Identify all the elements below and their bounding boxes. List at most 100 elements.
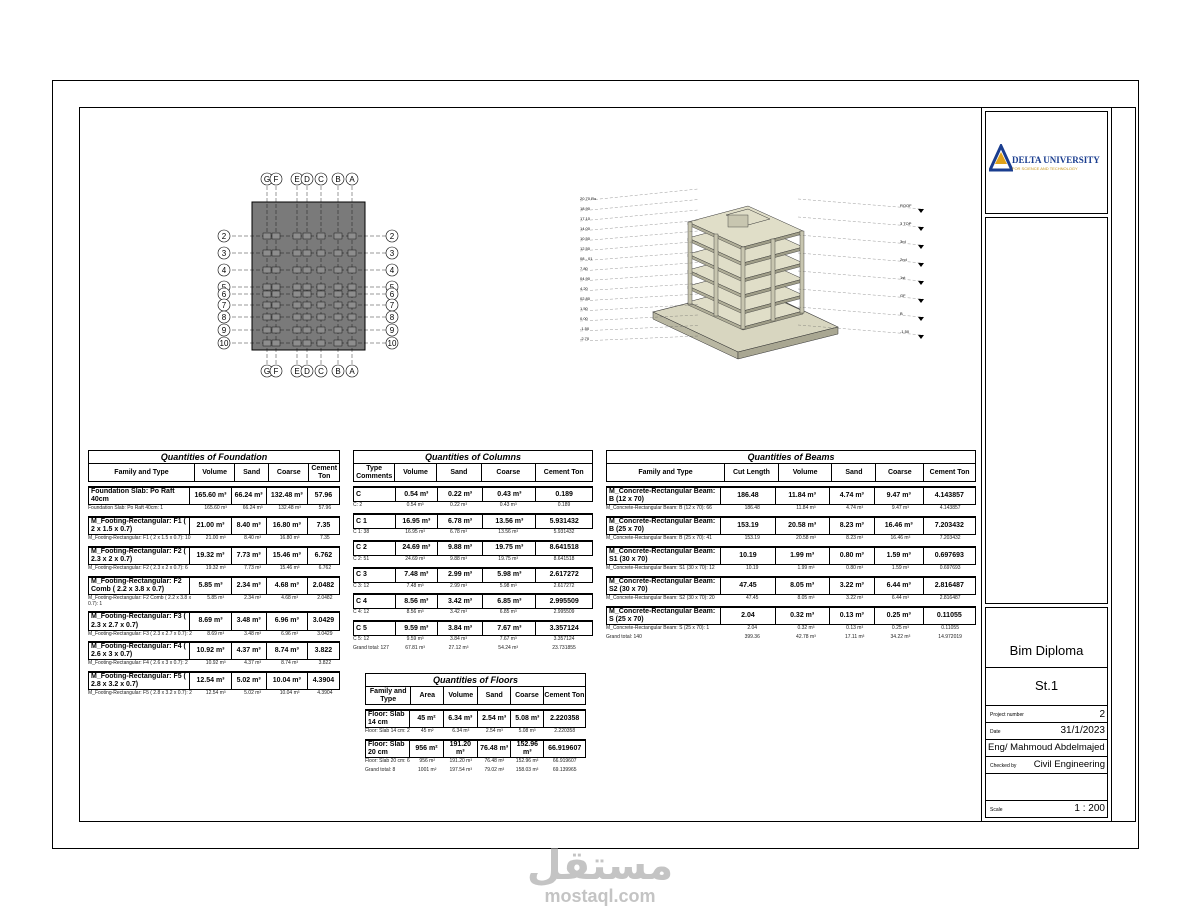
detail-row: M_Concrete-Rectangular Beam: S2 (30 x 70… [606, 594, 976, 602]
header-cell: Cut Length [724, 464, 778, 482]
group-cell: 19.75 m³ [482, 541, 535, 555]
column [740, 246, 746, 330]
group-cell: 8.56 m³ [394, 595, 437, 609]
table-group: M_Concrete-Rectangular Beam: S1 (30 x 70… [606, 546, 976, 572]
footing [262, 249, 272, 257]
level-label: GF [900, 293, 906, 298]
group-cell: 66.919607 [543, 741, 585, 758]
detail-cell: 4.74 m³ [846, 505, 864, 512]
table-group: C 1 16.95 m³ 6.78 m³ 13.56 m³ 5.931432 C 1: 3… [353, 513, 593, 536]
group-row: Foundation Slab: Po Raft 40cm 165.60 m³ 66… [88, 486, 340, 506]
group-cell: 66.24 m³ [230, 488, 266, 505]
group-cell: 4.37 m³ [230, 643, 266, 660]
footing [302, 326, 312, 334]
building-3d-view: 20.70 Ro 18.90 17.10 14.00 10.50 12.50 08 - 01… [579, 188, 924, 360]
header-cell: Family and Type [638, 468, 693, 476]
footing [347, 313, 357, 321]
group-cell: 5.931432 [535, 515, 592, 529]
detail-cell: 7.67 m³ [499, 636, 517, 643]
level-label: 20.70 Ro [580, 196, 597, 201]
group-cell: 8.69 m³ [189, 613, 230, 630]
detail-row: M_Concrete-Rectangular Beam: B (12 x 70)… [606, 506, 976, 512]
grid-number: 3 [390, 249, 395, 258]
group-cell: 7.203432 [922, 518, 975, 535]
group-cell: 5.08 m³ [510, 711, 543, 728]
detail-cell: M_Footing-Rectangular: F3 ( 2.3 x 2.7 x … [88, 630, 192, 637]
grid-number: 2 [390, 232, 395, 241]
grid-letter: C [318, 175, 324, 184]
group-cell: 191.20 m³ [442, 741, 478, 758]
level-label: -1.50 [580, 326, 590, 331]
detail-cell: M_Concrete-Rectangular Beam: S2 (30 x 70… [606, 594, 715, 601]
detail-cell: 0.189 [557, 502, 571, 509]
grid-letter: G [264, 367, 270, 376]
detail-cell: 2.617272 [553, 582, 575, 589]
beams-quantities-table: Quantities of Beams Family and Type Cut Le… [606, 450, 976, 640]
footing [262, 326, 272, 334]
group-cell: 10.04 m³ [265, 673, 307, 690]
grand-total-row: Grand total: 140 399.36 42.78 m³ 17.11 m³ 34… [606, 633, 976, 641]
group-cell: 10.92 m³ [189, 643, 230, 660]
group-cell: M_Footing-Rectangular: F2 Comb ( 2.2 x 3… [91, 577, 182, 593]
column [713, 233, 719, 317]
scale-value: 1 : 200 [1074, 803, 1105, 814]
footing [333, 283, 343, 291]
detail-cell: 12.54 m³ [205, 690, 226, 697]
level-marker [918, 245, 924, 249]
group-cell: 2.617272 [535, 568, 592, 582]
group-cell: 20.58 m³ [774, 518, 829, 535]
group-cell: M_Concrete-Rectangular Beam: S (25 x 70) [609, 607, 716, 623]
project-number-label: Project number [990, 712, 1024, 718]
detail-cell: 7.48 m³ [406, 582, 424, 589]
total-cell: 54.24 m³ [498, 644, 519, 651]
logo-text: DELTA UNIVERSITY [1012, 155, 1100, 165]
footing [262, 290, 272, 298]
level-label: 02.80 [580, 296, 591, 301]
detail-cell: 10.92 m³ [205, 660, 226, 667]
grid-letter: A [349, 175, 355, 184]
detail-row: M_Footing-Rectangular: F4 ( 2.6 x 3 x 0.… [88, 661, 340, 667]
group-cell: 7.35 [306, 518, 339, 535]
detail-cell: 6.96 m³ [281, 630, 299, 637]
total-cell: 399.36 [744, 633, 760, 640]
table-title: Quantities of Floors [365, 673, 586, 688]
footing [262, 301, 272, 309]
column [799, 230, 805, 314]
table-group: M_Footing-Rectangular: F5 ( 2.8 x 3.2 x … [88, 671, 340, 697]
table-title: Quantities of Beams [606, 450, 976, 465]
level-label: 1.50 [580, 306, 589, 311]
detail-cell: 1.99 m³ [797, 565, 815, 572]
grid-letter: F [274, 367, 279, 376]
group-cell: 11.84 m³ [774, 488, 829, 505]
columns-quantities-table: Quantities of Columns Type Comments Volume… [353, 450, 593, 652]
group-cell: 8.641518 [535, 541, 592, 555]
detail-cell: M_Concrete-Rectangular Beam: S1 (30 x 70… [606, 565, 715, 572]
detail-cell: 16.46 m³ [890, 535, 911, 542]
detail-cell: 0.43 m³ [499, 502, 517, 509]
footing [316, 283, 326, 291]
detail-cell: 1.59 m³ [891, 565, 909, 572]
group-cell: C 5 [356, 624, 367, 632]
footing [271, 249, 281, 257]
group-cell: 2.816487 [922, 577, 975, 594]
grid-letter: D [304, 367, 310, 376]
group-cell: 24.69 m³ [394, 541, 437, 555]
footing [316, 301, 326, 309]
grid-number: 10 [220, 339, 229, 348]
footing [333, 339, 343, 347]
detail-cell: 191.20 m³ [449, 758, 473, 765]
group-cell: 2.34 m³ [230, 577, 266, 594]
group-cell: 0.13 m³ [828, 607, 874, 624]
group-cell: 3.42 m³ [436, 595, 483, 609]
detail-cell: 152.96 m³ [515, 758, 539, 765]
table-group: C 5 9.59 m³ 3.84 m³ 7.67 m³ 3.357124 C 5: 12 9… [353, 620, 593, 643]
footing [271, 313, 281, 321]
detail-row: C 1: 38 16.95 m³ 6.78 m³ 13.56 m³ 5.931432 [353, 529, 593, 536]
detail-cell: 6.85 m³ [499, 609, 517, 616]
header-cell: Cement Ton [542, 687, 585, 705]
revision-box [985, 217, 1108, 604]
group-cell: 16.80 m³ [265, 518, 307, 535]
detail-row: M_Footing-Rectangular: F2 Comb ( 2.2 x 3… [88, 595, 340, 608]
level-label: 0.00 [580, 316, 589, 321]
group-cell: 2.0482 [306, 577, 339, 594]
